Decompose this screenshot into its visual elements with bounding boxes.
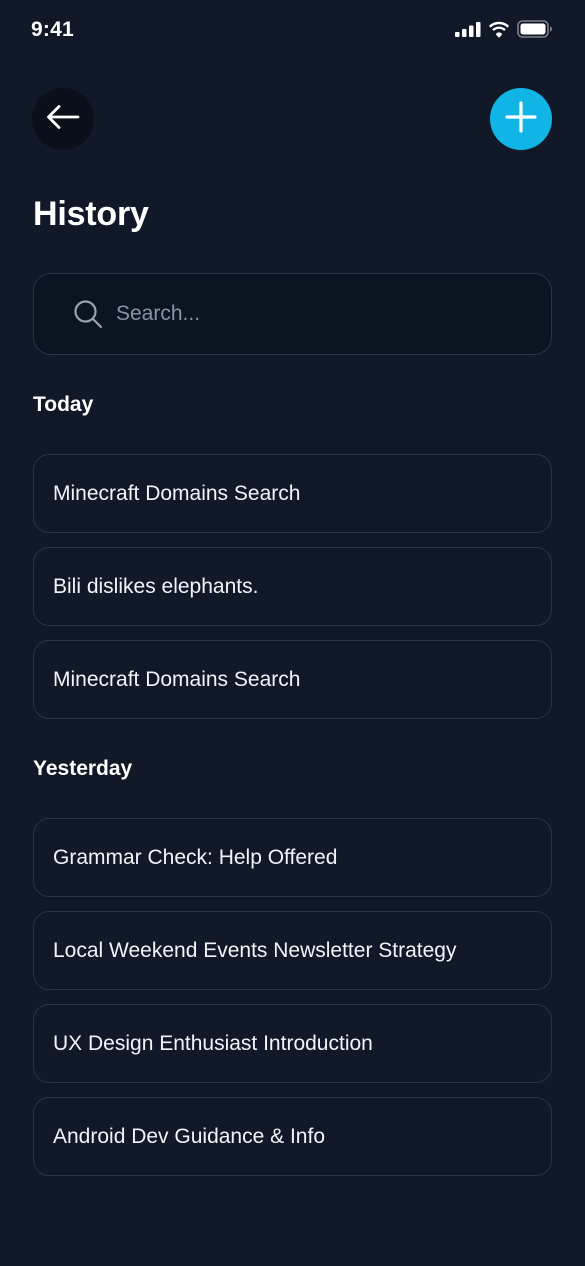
history-item-label: UX Design Enthusiast Introduction bbox=[53, 1031, 373, 1055]
history-item-label: Minecraft Domains Search bbox=[53, 667, 301, 691]
history-item[interactable]: Local Weekend Events Newsletter Strategy bbox=[33, 911, 552, 990]
arrow-left-icon bbox=[46, 104, 80, 135]
search-box[interactable] bbox=[33, 273, 552, 355]
history-item[interactable]: Minecraft Domains Search bbox=[33, 454, 552, 533]
history-item[interactable]: Minecraft Domains Search bbox=[33, 640, 552, 719]
history-item[interactable]: Android Dev Guidance & Info bbox=[33, 1097, 552, 1176]
plus-icon bbox=[504, 100, 538, 139]
search-input[interactable] bbox=[116, 302, 496, 326]
history-item-label: Local Weekend Events Newsletter Strategy bbox=[53, 938, 457, 962]
history-item[interactable]: Bili dislikes elephants. bbox=[33, 547, 552, 626]
section-title-yesterday: Yesterday bbox=[33, 757, 133, 780]
history-item[interactable]: UX Design Enthusiast Introduction bbox=[33, 1004, 552, 1083]
status-time: 9:41 bbox=[31, 18, 74, 41]
status-icons bbox=[455, 20, 553, 38]
history-item[interactable]: Grammar Check: Help Offered bbox=[33, 818, 552, 897]
cellular-signal-icon bbox=[455, 21, 481, 37]
add-button[interactable] bbox=[490, 88, 552, 150]
wifi-icon bbox=[488, 21, 510, 38]
history-item-label: Android Dev Guidance & Info bbox=[53, 1124, 325, 1148]
history-item-label: Minecraft Domains Search bbox=[53, 481, 301, 505]
back-button[interactable] bbox=[32, 88, 94, 150]
battery-icon bbox=[517, 20, 553, 38]
page-title: History bbox=[33, 195, 149, 233]
history-item-label: Bili dislikes elephants. bbox=[53, 574, 259, 598]
status-bar: 9:41 bbox=[0, 0, 585, 62]
search-icon bbox=[72, 298, 104, 330]
history-item-label: Grammar Check: Help Offered bbox=[53, 845, 338, 869]
section-title-today: Today bbox=[33, 393, 94, 416]
